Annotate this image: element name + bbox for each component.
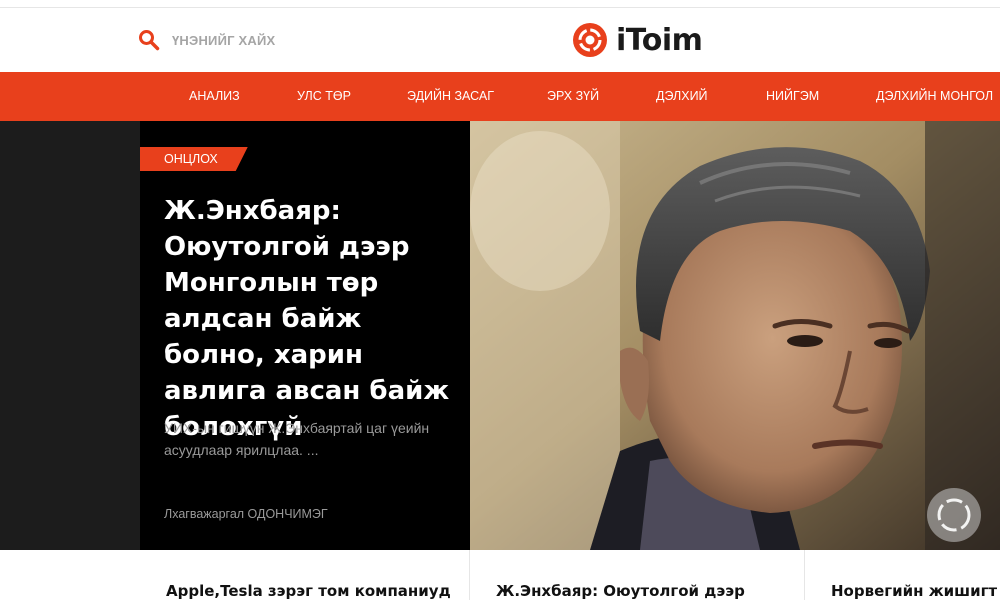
site-logo[interactable]: iToim	[572, 21, 703, 59]
nav-item-society[interactable]: НИЙГЭМ	[766, 72, 819, 121]
hero-description: УИХ-ын гишүүн Ж.Энхбаяртай цаг үеийн асу…	[164, 420, 430, 458]
site-header: iToim	[0, 8, 1000, 72]
nav-item-law[interactable]: ЭРХ ЗҮЙ	[547, 72, 599, 121]
top-border	[0, 0, 1000, 8]
nav-item-world-mongolia[interactable]: ДЭЛХИЙН МОНГОЛ	[876, 72, 993, 121]
story-card-title[interactable]: Норвегийн жишигт ту	[831, 582, 1000, 600]
story-cards: Apple,Tesla зэрэг том компаниуд Ж.Энхбая…	[0, 550, 1000, 600]
hero-photo[interactable]	[470, 121, 1000, 550]
featured-story: ОНЦЛОХ Ж.Энхбаяр: Оюутолгой дээр Монголы…	[0, 121, 1000, 550]
story-card: Apple,Tesla зэрэг том компаниуд	[140, 550, 470, 600]
nav-item-world[interactable]: ДЭЛХИЙ	[656, 72, 708, 121]
story-card-title[interactable]: Ж.Энхбаяр: Оюутолгой дээр	[496, 582, 745, 600]
hero-headline[interactable]: Ж.Энхбаяр: Оюутолгой дээр Монголын төр а…	[164, 193, 454, 445]
hero-author[interactable]: Лхагважаргал ОДОНЧИМЭГ	[164, 507, 328, 521]
nav-item-economy[interactable]: ЭДИЙН ЗАСАГ	[407, 72, 494, 121]
nav-item-analysis[interactable]: АНАЛИЗ	[189, 72, 240, 121]
nav-item-politics[interactable]: УЛС ТӨР	[297, 72, 351, 121]
slider-circle-button[interactable]	[927, 488, 981, 542]
search-box[interactable]	[138, 28, 352, 52]
search-input[interactable]	[172, 32, 352, 48]
main-nav: АНАЛИЗ УЛС ТӨР ЭДИЙН ЗАСАГ ЭРХ ЗҮЙ ДЭЛХИ…	[0, 72, 1000, 121]
featured-tag[interactable]: ОНЦЛОХ	[140, 147, 248, 171]
story-card: Ж.Энхбаяр: Оюутолгой дээр	[470, 550, 805, 600]
hero-text-panel: ОНЦЛОХ Ж.Энхбаяр: Оюутолгой дээр Монголы…	[140, 121, 470, 550]
story-card-title[interactable]: Apple,Tesla зэрэг том компаниуд	[166, 582, 451, 600]
story-card: Норвегийн жишигт ту	[805, 550, 1000, 600]
logo-text: iToim	[616, 22, 703, 58]
logo-icon	[572, 22, 608, 58]
search-icon[interactable]	[138, 29, 160, 51]
hero-left-strip	[0, 121, 140, 550]
